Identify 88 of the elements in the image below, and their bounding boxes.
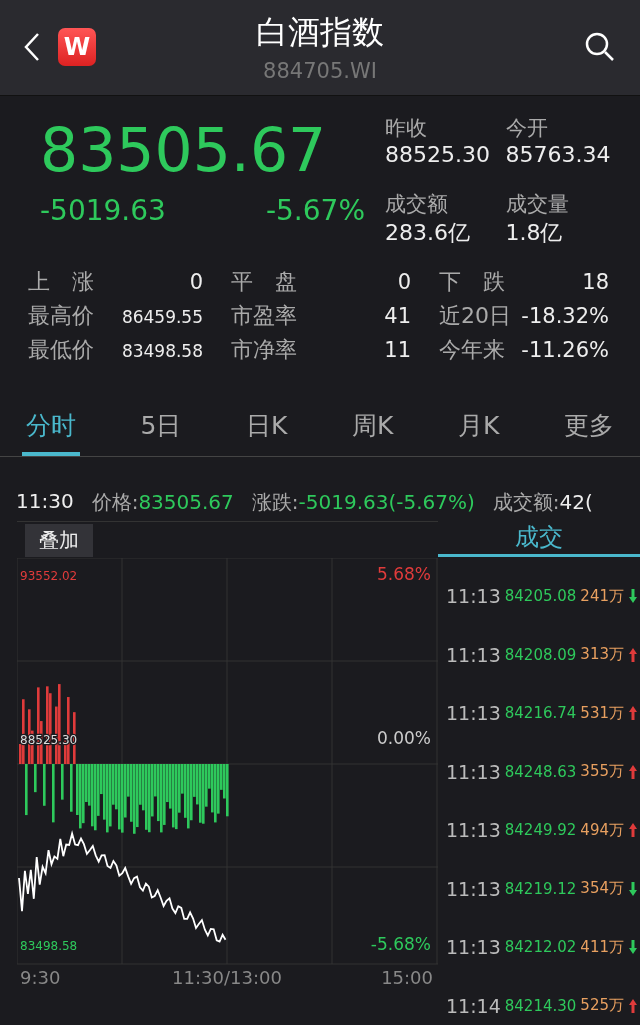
trade-price: 84208.09 xyxy=(504,645,577,664)
stat-label: 最高价 xyxy=(28,302,94,331)
stat-value: 83498.58 xyxy=(121,341,203,362)
stat-label: 下 跌 xyxy=(439,268,505,297)
trade-time: 11:13 xyxy=(446,936,501,959)
trade-price: 84212.02 xyxy=(504,938,577,957)
trade-volume: 411万 xyxy=(580,937,624,957)
high-percent-label: 5.68% xyxy=(377,564,431,584)
down-arrow-icon xyxy=(628,880,638,897)
price-value: 83505.67 xyxy=(138,490,234,515)
chart-tab[interactable]: 月K xyxy=(453,405,504,457)
trade-volume: 354万 xyxy=(580,879,624,899)
trade-volume: 355万 xyxy=(580,762,624,782)
chart-tab[interactable]: 5日 xyxy=(136,405,186,457)
time-axis-label: 9:30 xyxy=(20,967,61,988)
trade-price: 84205.08 xyxy=(504,587,577,606)
stat-label: 今年来 xyxy=(439,336,505,365)
up-arrow-icon xyxy=(628,997,638,1014)
low-percent-label: -5.68% xyxy=(370,934,431,954)
price-change-percent: -5.67% xyxy=(265,193,365,227)
amount-label: 成交额: xyxy=(492,490,560,515)
time-axis-label: 11:30/13:00 xyxy=(172,967,282,988)
price-label: 价格: xyxy=(91,490,139,515)
trade-price: 84219.12 xyxy=(504,879,577,898)
change-value: -5019.63(-5.67%) xyxy=(298,490,475,515)
current-price: 83505.67 xyxy=(40,113,328,186)
overlay-button[interactable]: 叠加 xyxy=(25,523,93,557)
app-logo[interactable]: W xyxy=(58,28,96,67)
summary-value: 85763.34 xyxy=(505,141,612,167)
stat-label: 市净率 xyxy=(231,336,297,365)
stat-label: 上 涨 xyxy=(28,268,94,297)
trade-time: 11:13 xyxy=(446,643,501,666)
stat-label: 市盈率 xyxy=(231,302,297,331)
trade-volume: 241万 xyxy=(580,586,624,606)
down-arrow-icon xyxy=(628,588,638,605)
trades-tab[interactable]: 成交 xyxy=(438,521,640,557)
down-arrow-icon xyxy=(628,939,638,956)
up-arrow-icon xyxy=(628,705,638,722)
summary-label: 昨收 xyxy=(385,114,428,142)
change-label: 涨跌: xyxy=(251,490,299,515)
trade-price: 84216.74 xyxy=(504,704,577,723)
summary-label: 今开 xyxy=(505,114,549,142)
up-arrow-icon xyxy=(628,822,638,839)
zero-percent-label: 0.00% xyxy=(377,728,431,748)
up-arrow-icon xyxy=(628,646,638,663)
stat-value: 0 xyxy=(189,270,203,295)
info-time: 11:30 xyxy=(16,489,74,516)
trade-time: 11:13 xyxy=(446,760,501,783)
index-title: 白酒指数 xyxy=(256,12,384,54)
trade-time: 11:14 xyxy=(446,994,501,1017)
stat-value: 86459.55 xyxy=(121,307,203,328)
stat-value: 18 xyxy=(582,270,609,295)
stat-value: -11.26% xyxy=(521,338,609,363)
stat-value: -18.32% xyxy=(521,304,609,329)
high-price-label: 93552.02 xyxy=(20,569,78,583)
chart-tab[interactable]: 分时 xyxy=(22,405,80,457)
trade-time: 11:13 xyxy=(446,702,501,725)
stat-label: 近20日 xyxy=(439,302,511,331)
index-code: 884705.WI xyxy=(263,59,377,84)
trade-price: 84248.63 xyxy=(504,762,577,781)
stat-value: 11 xyxy=(384,338,411,363)
amount-value: 42( xyxy=(559,490,593,515)
trade-time: 11:13 xyxy=(446,585,501,608)
summary-value: 1.8亿 xyxy=(505,218,564,247)
trade-volume: 313万 xyxy=(580,645,624,665)
chart-tab[interactable]: 周K xyxy=(348,405,398,457)
up-arrow-icon xyxy=(628,763,638,780)
trade-volume: 494万 xyxy=(580,820,624,840)
summary-label: 成交额 xyxy=(385,190,449,218)
summary-label: 成交量 xyxy=(505,190,570,218)
chart-tab[interactable]: 日K xyxy=(242,405,292,457)
trade-price: 84214.30 xyxy=(504,996,577,1015)
trade-volume: 531万 xyxy=(580,703,624,723)
time-axis-label: 15:00 xyxy=(381,967,433,988)
summary-value: 88525.30 xyxy=(385,141,491,167)
trade-time: 11:13 xyxy=(446,819,501,842)
stat-label: 平 盘 xyxy=(231,268,297,297)
summary-value: 283.6亿 xyxy=(385,218,471,247)
trade-time: 11:13 xyxy=(446,877,501,900)
chart-tab[interactable]: 更多 xyxy=(559,405,618,457)
stat-value: 41 xyxy=(384,304,411,329)
stat-value: 0 xyxy=(397,270,411,295)
stat-label: 最低价 xyxy=(28,336,94,365)
low-price-label: 83498.58 xyxy=(20,939,78,953)
trade-price: 84249.92 xyxy=(504,821,577,840)
trade-volume: 525万 xyxy=(580,996,624,1016)
price-change: -5019.63 xyxy=(40,193,166,227)
back-icon[interactable] xyxy=(24,32,40,63)
